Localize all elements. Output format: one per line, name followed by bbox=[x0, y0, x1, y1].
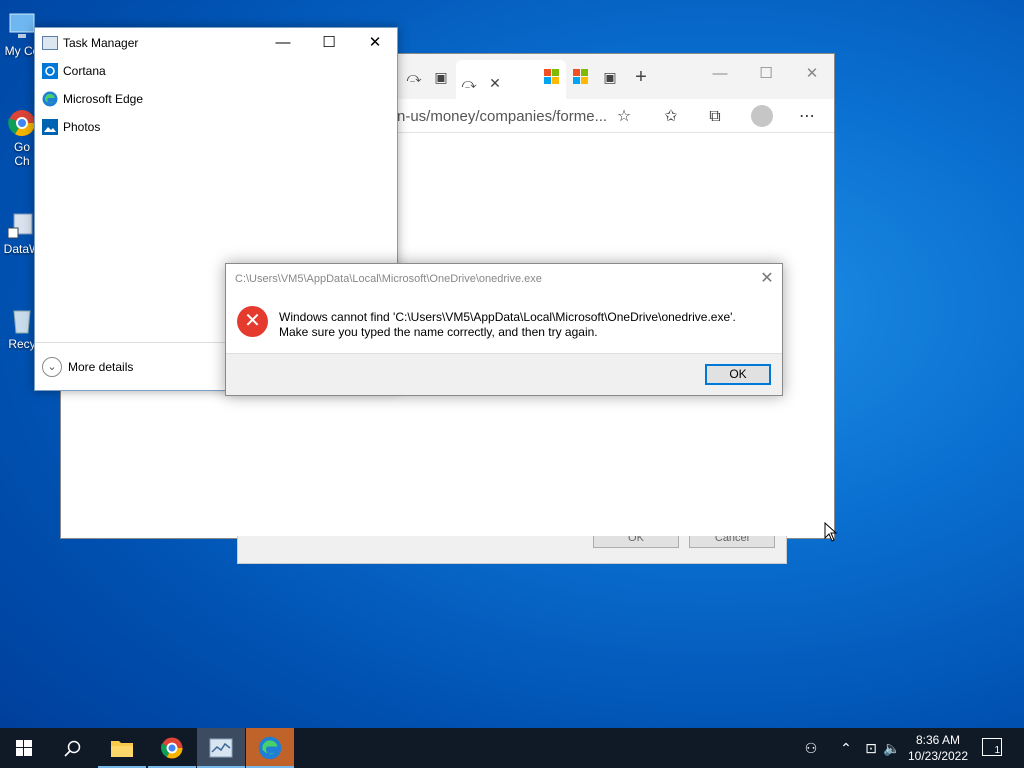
app-item-cortana[interactable]: Cortana bbox=[41, 59, 381, 83]
volume-icon[interactable]: 🔈 bbox=[883, 728, 901, 768]
cortana-icon bbox=[42, 63, 58, 79]
photos-icon bbox=[42, 119, 58, 135]
task-manager-title: Task Manager bbox=[63, 36, 139, 50]
new-tab-icon[interactable]: + bbox=[632, 67, 650, 87]
error-dialog-close-button[interactable]: ✕ bbox=[756, 268, 778, 290]
taskbar: ⚇ ⌃ ⊡ 🔈 8:36 AM 10/23/2022 1 bbox=[0, 728, 1024, 768]
microsoft-logo-icon[interactable] bbox=[573, 69, 589, 85]
chrome-icon bbox=[161, 737, 183, 759]
underlying-cancel-button[interactable]: Cancel bbox=[689, 536, 775, 548]
error-dialog[interactable]: C:\Users\VM5\AppData\Local\Microsoft\One… bbox=[225, 263, 783, 396]
maximize-button[interactable]: ☐ bbox=[306, 28, 352, 58]
taskbar-chrome[interactable] bbox=[148, 728, 196, 768]
tab-icon[interactable]: ▣ bbox=[601, 68, 619, 86]
edge-icon bbox=[42, 91, 58, 107]
more-details-link[interactable]: More details bbox=[68, 360, 133, 374]
clock-time: 8:36 AM bbox=[915, 733, 961, 747]
task-manager-icon bbox=[209, 738, 233, 758]
error-dialog-title: C:\Users\VM5\AppData\Local\Microsoft\One… bbox=[235, 273, 542, 285]
edge-close-button[interactable]: ✕ bbox=[789, 60, 835, 88]
error-message-line-2: Make sure you typed the name correctly, … bbox=[279, 325, 598, 339]
start-button[interactable] bbox=[0, 728, 48, 768]
error-message-line-1: Windows cannot find 'C:\Users\VM5\AppDat… bbox=[279, 310, 736, 324]
error-dialog-footer: OK bbox=[226, 353, 782, 395]
collections-icon[interactable]: ⧉ bbox=[702, 105, 728, 129]
action-center-notification-icon[interactable]: 1 bbox=[982, 738, 1002, 756]
app-name: Photos bbox=[63, 120, 101, 134]
edge-icon bbox=[258, 736, 282, 760]
microsoft-logo-icon[interactable] bbox=[544, 69, 560, 85]
profile-avatar[interactable] bbox=[751, 105, 773, 127]
edge-minimize-button[interactable]: — bbox=[697, 60, 743, 88]
windows-logo-icon bbox=[16, 740, 32, 756]
task-manager-titlebar[interactable]: Task Manager — ☐ ✕ bbox=[35, 28, 397, 58]
task-manager-icon bbox=[42, 36, 58, 50]
network-icon[interactable]: ⊡ bbox=[860, 728, 882, 768]
folder-icon bbox=[111, 741, 133, 757]
search-icon bbox=[63, 740, 80, 757]
show-hidden-icons-chevron-up-icon[interactable]: ⌃ bbox=[838, 728, 854, 768]
edge-maximize-button[interactable]: ☐ bbox=[743, 60, 789, 88]
ok-button[interactable]: OK bbox=[705, 364, 771, 385]
favorites-icon[interactable]: ✩ bbox=[658, 105, 684, 129]
taskbar-edge[interactable] bbox=[246, 728, 294, 768]
add-favorite-icon[interactable]: ☆ bbox=[611, 105, 637, 129]
chevron-down-icon[interactable]: ⌄ bbox=[42, 357, 62, 377]
mouse-cursor-icon bbox=[824, 522, 838, 542]
error-icon: ✕ bbox=[237, 306, 268, 337]
search-button[interactable] bbox=[48, 728, 96, 768]
close-tab-icon[interactable]: ✕ bbox=[486, 74, 504, 92]
app-name: Cortana bbox=[63, 64, 106, 78]
app-item-microsoft-edge[interactable]: Microsoft Edge bbox=[41, 87, 381, 111]
taskbar-task-manager[interactable] bbox=[197, 728, 245, 768]
loading-icon: ⤼ bbox=[461, 75, 477, 91]
more-options-icon[interactable]: ⋯ bbox=[794, 105, 820, 129]
minimize-button[interactable]: — bbox=[260, 28, 306, 58]
taskbar-file-explorer[interactable] bbox=[98, 728, 146, 768]
people-icon[interactable]: ⚇ bbox=[800, 728, 822, 768]
underlying-dialog: OK Cancel bbox=[237, 536, 787, 564]
app-name: Microsoft Edge bbox=[63, 92, 144, 106]
error-message: Windows cannot find 'C:\Users\VM5\AppDat… bbox=[279, 310, 736, 340]
underlying-ok-button[interactable]: OK bbox=[593, 536, 679, 548]
tab-icon[interactable]: ▣ bbox=[432, 68, 450, 86]
taskbar-clock[interactable]: 8:36 AM 10/23/2022 bbox=[902, 732, 974, 764]
loading-icon[interactable]: ⤼ bbox=[405, 68, 423, 86]
close-button[interactable]: ✕ bbox=[352, 28, 398, 58]
app-item-photos[interactable]: Photos bbox=[41, 115, 381, 139]
clock-date: 10/23/2022 bbox=[907, 749, 969, 763]
